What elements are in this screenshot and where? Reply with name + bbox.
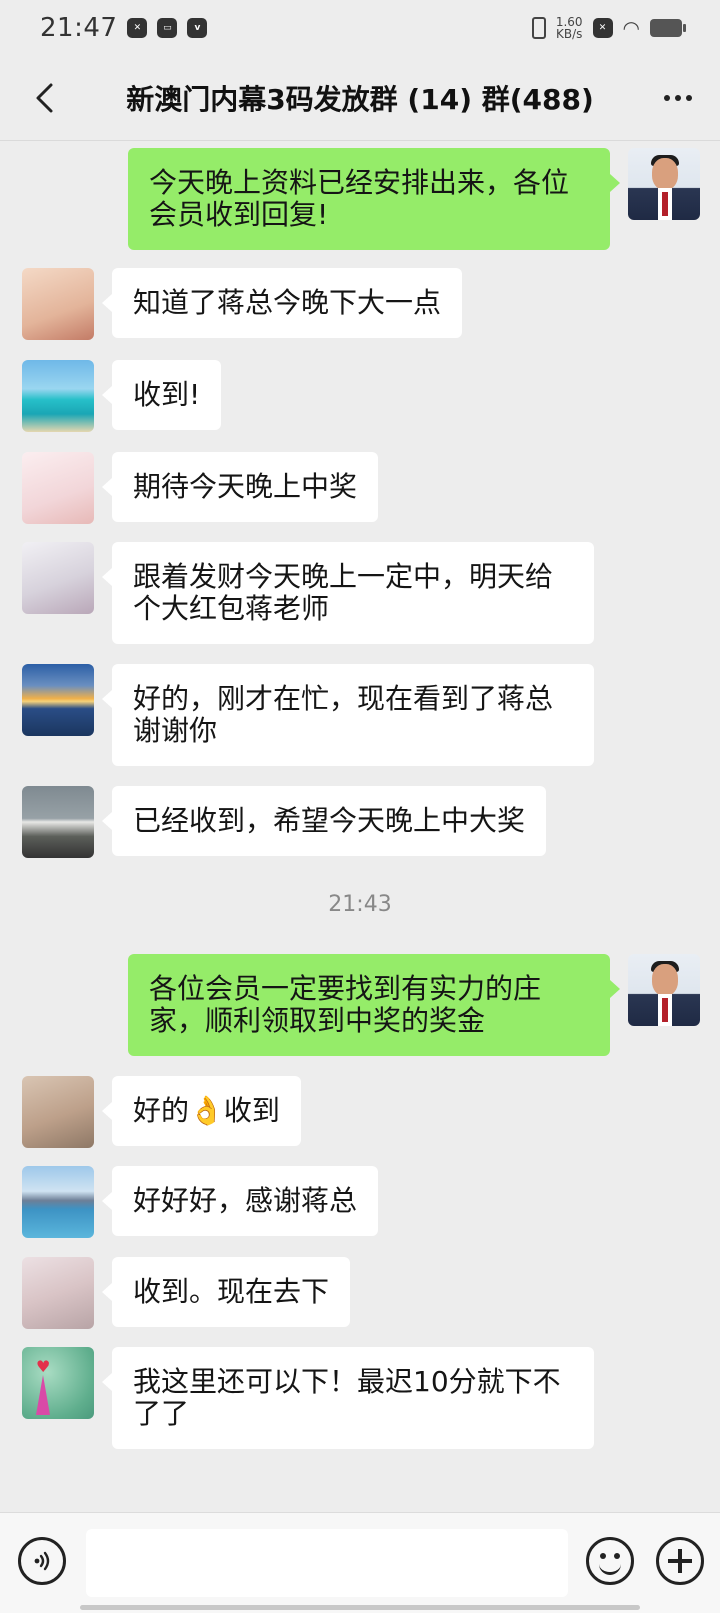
wifi-icon: ◠ [622, 16, 640, 40]
message-row: 好的，刚才在忙，现在看到了蒋总谢谢你 [22, 664, 594, 766]
member-avatar[interactable] [22, 1166, 94, 1238]
message-row: 期待今天晚上中奖 [22, 452, 379, 524]
member-avatar[interactable]: ♥ [22, 1347, 94, 1419]
home-indicator [80, 1605, 640, 1610]
message-input[interactable] [86, 1529, 568, 1597]
message-row: 收到。现在去下 [22, 1257, 351, 1329]
input-bar [0, 1512, 720, 1613]
member-avatar[interactable] [22, 452, 94, 524]
message-bubble[interactable]: 收到! [101, 360, 222, 430]
message-row: ♥ 我这里还可以下！最迟10分就下不了了 [22, 1347, 594, 1449]
message-bubble[interactable]: 各位会员一定要找到有实力的庄家，顺利领取到中奖的奖金 [128, 954, 620, 1056]
message-row: 各位会员一定要找到有实力的庄家，顺利领取到中奖的奖金 [128, 954, 700, 1056]
member-avatar[interactable] [22, 360, 94, 432]
message-timestamp: 21:43 [328, 892, 392, 917]
member-avatar[interactable] [22, 664, 94, 736]
message-bubble[interactable]: 跟着发财今天晚上一定中，明天给个大红包蒋老师 [102, 542, 594, 644]
message-row: 好好好，感谢蒋总 [22, 1166, 379, 1238]
message-bubble[interactable]: 好的👌收到 [102, 1076, 301, 1146]
member-avatar[interactable] [22, 542, 94, 614]
member-avatar[interactable] [22, 786, 94, 858]
more-options-button[interactable] [656, 76, 700, 120]
heart-icon: ♥ [36, 1357, 51, 1376]
message-bubble[interactable]: 知道了蒋总今晚下大一点 [101, 268, 463, 338]
net-speed-unit: KB/s [555, 27, 583, 41]
sender-avatar[interactable] [628, 148, 700, 220]
more-dot-icon [675, 95, 681, 101]
status-time: 21:47 [40, 13, 118, 43]
chat-message-list[interactable]: 今天晚上资料已经安排出来，各位会员收到回复! 知道了蒋总今晚下大一点 收到! 期… [0, 140, 720, 1512]
more-dot-icon [664, 95, 670, 101]
back-button[interactable] [22, 76, 66, 120]
voice-icon [34, 1551, 50, 1571]
member-avatar[interactable] [22, 1257, 94, 1329]
status-left: 21:47 ✕ ▭ v [40, 13, 208, 43]
message-row: 收到! [22, 360, 222, 432]
message-row: 知道了蒋总今晚下大一点 [22, 268, 463, 340]
nav-bar: 新澳门内幕3码发放群 (14) 群(488) [0, 56, 720, 141]
close-notification-icon: ✕ [592, 18, 613, 38]
message-bubble[interactable]: 收到。现在去下 [101, 1257, 351, 1327]
member-avatar[interactable] [22, 1076, 94, 1148]
sender-avatar[interactable] [628, 954, 700, 1026]
vivo-icon: v [187, 18, 208, 38]
capcut-icon: ✕ [127, 18, 148, 38]
chat-title: 新澳门内幕3码发放群 (14) 群(488) [126, 83, 594, 116]
message-bubble[interactable]: 好好好，感谢蒋总 [101, 1166, 379, 1236]
message-row: 好的👌收到 [22, 1076, 301, 1148]
battery-icon [650, 19, 686, 37]
message-row: 已经收到，希望今天晚上中大奖 [22, 786, 547, 858]
message-bubble[interactable]: 好的，刚才在忙，现在看到了蒋总谢谢你 [102, 664, 594, 766]
message-bubble[interactable]: 期待今天晚上中奖 [101, 452, 379, 522]
voice-input-button[interactable] [18, 1537, 66, 1585]
net-speed: 1.60 KB/s [556, 16, 583, 40]
more-functions-button[interactable] [656, 1537, 704, 1585]
message-bubble[interactable]: 我这里还可以下！最迟10分就下不了了 [102, 1347, 594, 1449]
message-bubble[interactable]: 已经收到，希望今天晚上中大奖 [101, 786, 547, 856]
chevron-left-icon [36, 83, 53, 113]
message-bubble[interactable]: 今天晚上资料已经安排出来，各位会员收到回复! [128, 148, 620, 250]
status-bar: 21:47 ✕ ▭ v 1.60 KB/s ✕ ◠ [0, 0, 720, 56]
app-icon: ▭ [157, 18, 178, 38]
message-row: 跟着发财今天晚上一定中，明天给个大红包蒋老师 [22, 542, 594, 644]
vibrate-icon [531, 17, 546, 39]
more-dot-icon [686, 95, 692, 101]
member-avatar[interactable] [22, 268, 94, 340]
status-right: 1.60 KB/s ✕ ◠ [531, 16, 686, 40]
message-row: 今天晚上资料已经安排出来，各位会员收到回复! [128, 148, 700, 250]
emoji-button[interactable] [586, 1537, 634, 1585]
